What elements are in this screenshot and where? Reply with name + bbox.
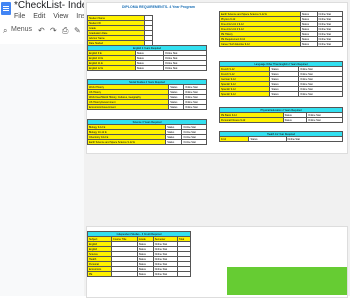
left-margin-panel [0, 44, 84, 296]
docs-logo-icon[interactable] [1, 2, 11, 15]
pe-table: Physical Education 2 Years Required PE B… [219, 107, 343, 123]
social-studies-table: Social Studies 4 Years Required World Hi… [86, 79, 207, 110]
page-1: DIPLOMA REQUIREMENTS- 4 Year Program Stu… [86, 2, 348, 154]
status-cell[interactable]: Status [299, 41, 318, 47]
document-canvas[interactable]: DIPLOMA REQUIREMENTS- 4 Year Program Stu… [84, 0, 350, 298]
docs-app-bar: *CheckList- Independe File Edit View Ins… [0, 0, 115, 296]
search-icon[interactable]: ⌕ [3, 26, 7, 36]
status-cell[interactable]: Status [136, 271, 154, 277]
student-info-table: Student Name Student ID Grade Graduation… [87, 15, 154, 46]
status-cell[interactable]: Status [282, 117, 308, 123]
menu-file[interactable]: File [14, 13, 25, 20]
menu-view[interactable]: View [53, 13, 68, 20]
status-cell[interactable]: Status [168, 104, 185, 110]
course-row: 9-12 [218, 136, 250, 142]
status-cell[interactable]: Online Stat [183, 104, 207, 110]
course-row: Personal Fitness 9-12 [219, 117, 284, 123]
health-table: Health 1/2 Year Required 9-12 Status Onlin… [218, 131, 343, 142]
english-table: English 4 Years Required English 9 E Stat… [87, 45, 208, 71]
print-icon[interactable]: ⎙ [62, 26, 68, 36]
course-title-cell[interactable] [111, 271, 138, 277]
status-cell[interactable]: Online Stat [298, 91, 343, 97]
status-cell[interactable]: Status [269, 91, 300, 97]
language-table: Language Other Than English 2 Years Requ… [218, 61, 343, 97]
menus-button[interactable]: Menus [11, 26, 32, 33]
science-table: Science 3 Years Required Biology 9-12 ES… [86, 119, 207, 145]
course-row: Career Tech Elective 9-12 [219, 41, 301, 47]
status-cell[interactable]: Status [134, 65, 164, 71]
undo-icon[interactable]: ↶ [38, 26, 45, 35]
course-row: English 12 E [87, 65, 136, 71]
course-row: Earth Science and Space Science 9-12 E [86, 139, 167, 145]
course-row: Economics/Government [86, 104, 170, 110]
status-cell[interactable]: Online Stat [152, 271, 178, 277]
toolbar: ⌕ Menus ↶ ↷ ⎙ ✎ [0, 26, 84, 40]
subject-cell: PE [86, 271, 113, 277]
redo-icon[interactable]: ↷ [50, 26, 57, 35]
paint-format-icon[interactable]: ✎ [74, 26, 81, 35]
page-2: Independent Studies - 3 Credit Required … [86, 226, 348, 298]
green-block [227, 267, 347, 295]
status-cell[interactable]: Status [248, 136, 287, 142]
status-cell[interactable]: Online Stat [285, 136, 343, 142]
independent-studies-table: Independent Studies - 3 Credit Required … [86, 231, 192, 277]
status-cell[interactable]: Online Stat [162, 65, 208, 71]
status-cell[interactable]: Status [165, 139, 183, 145]
total-cell[interactable] [176, 271, 192, 277]
menu-edit[interactable]: Edit [33, 13, 45, 20]
course-row: Spanish 9-12 [218, 91, 271, 97]
status-cell[interactable]: Online Stat [316, 41, 344, 47]
other-requirements-table: Earth Science and Space Science 9-12 E St… [219, 11, 344, 47]
status-cell[interactable]: Online Stat [306, 117, 343, 123]
status-cell[interactable]: Online Stat [181, 139, 207, 145]
page-heading: DIPLOMA REQUIREMENTS- 4 Year Program [122, 5, 195, 9]
